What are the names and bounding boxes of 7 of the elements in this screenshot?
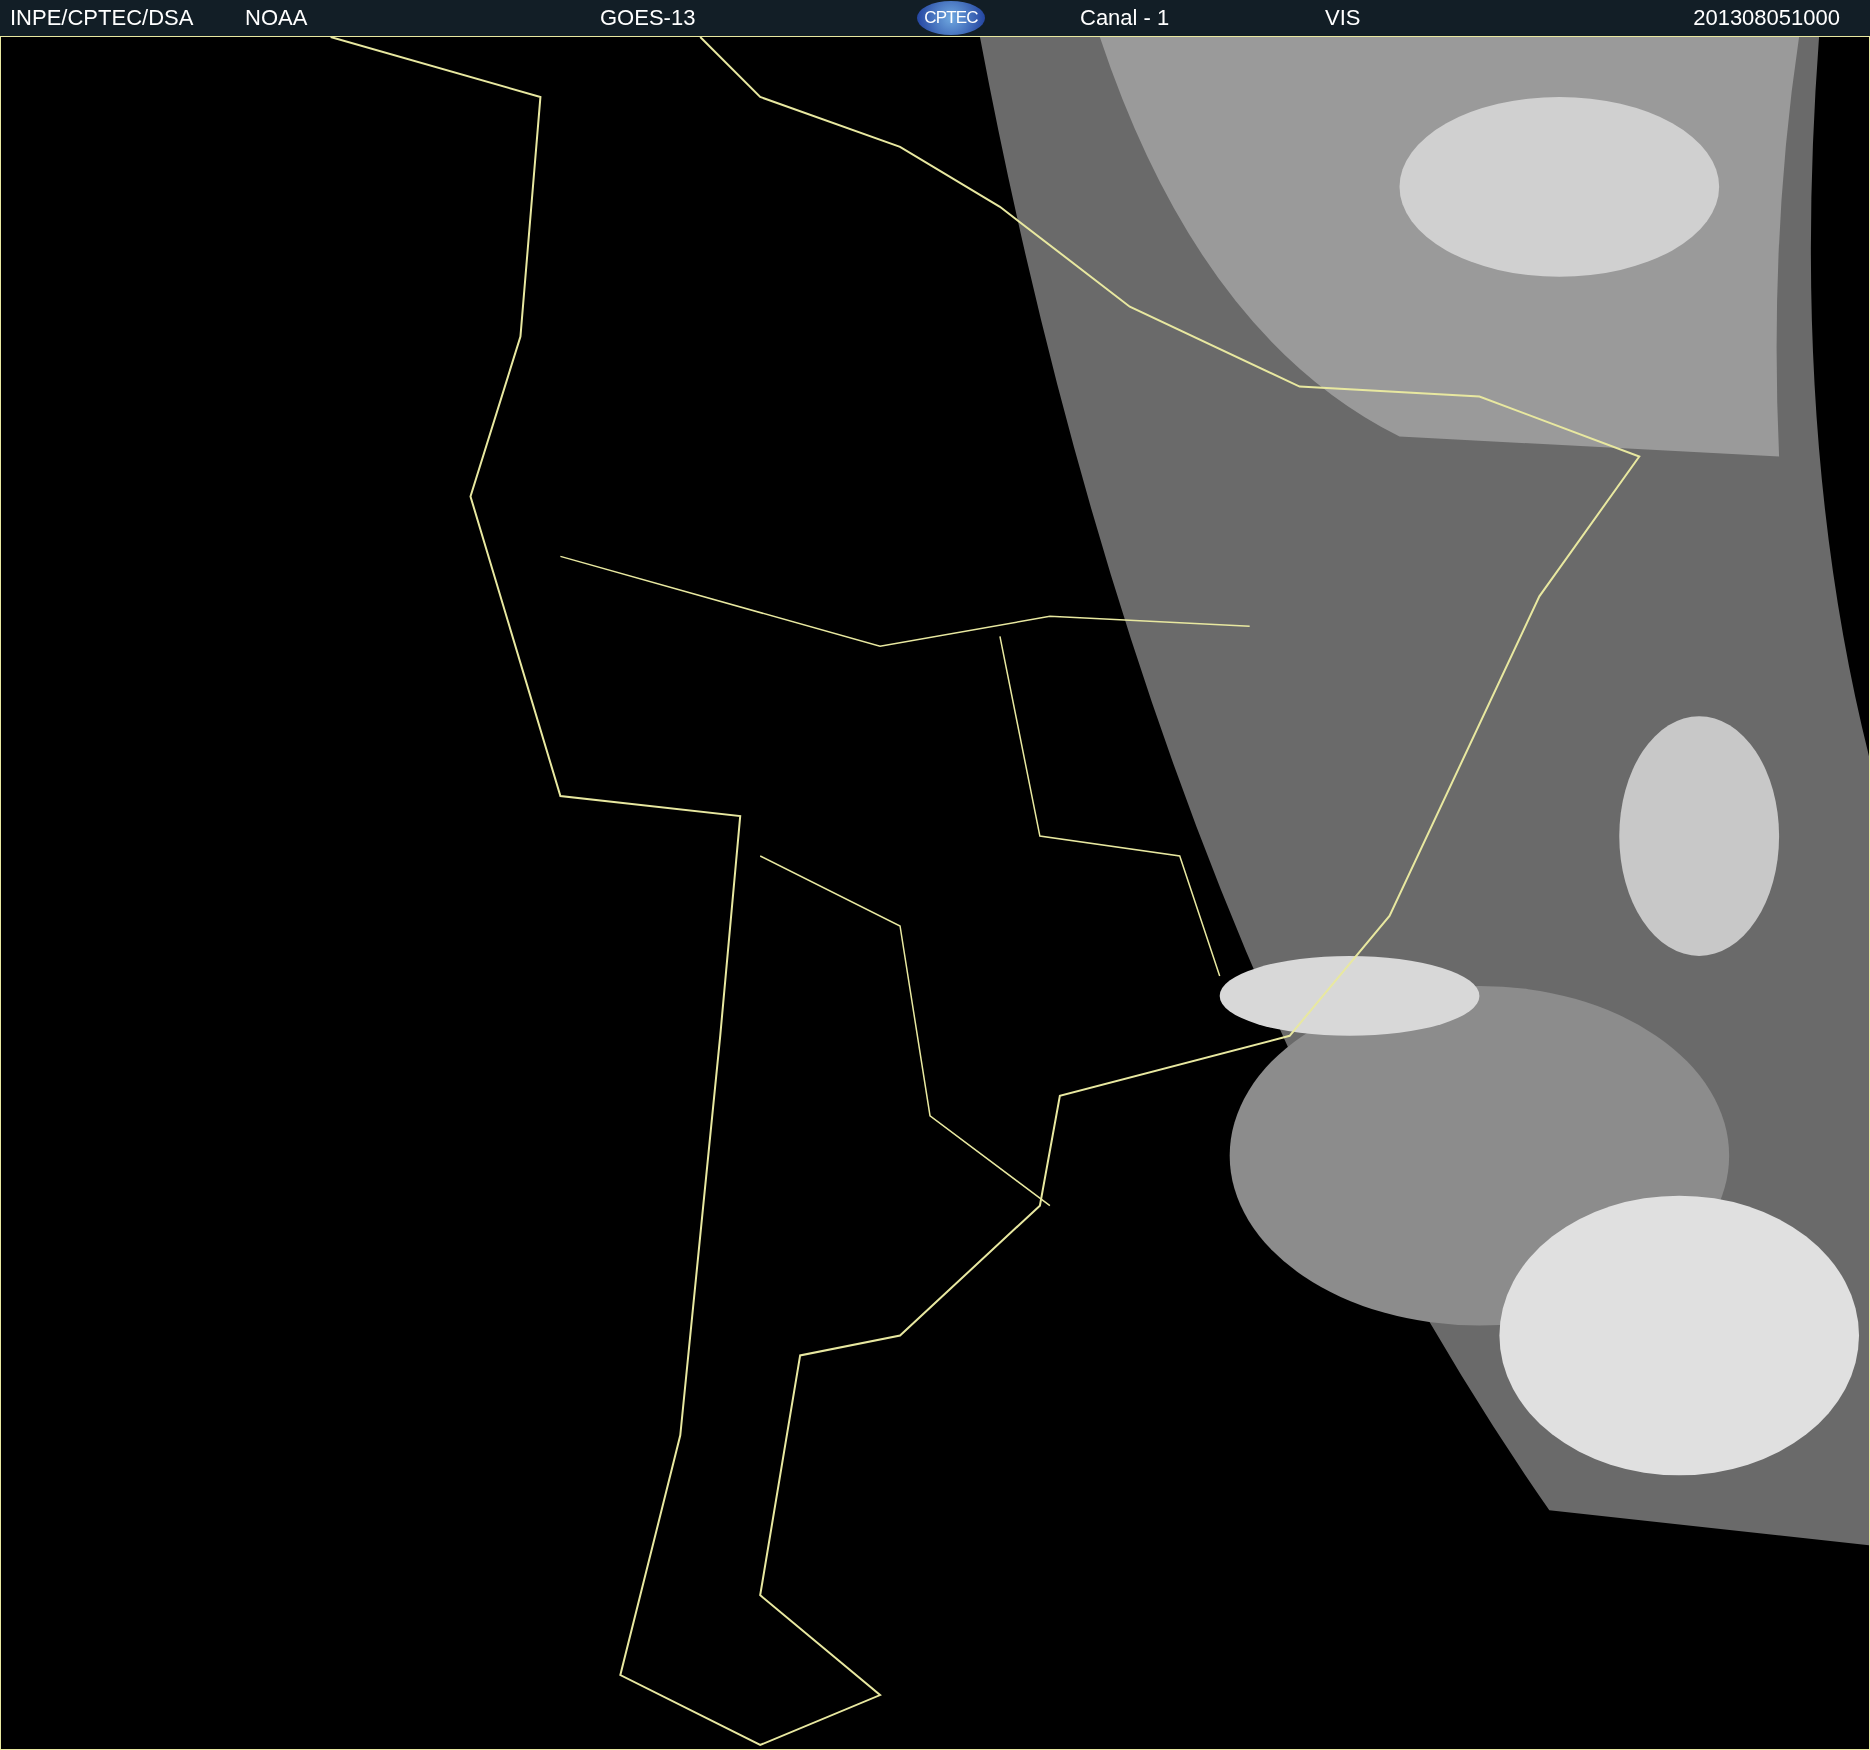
satellite-label: GOES-13 — [600, 7, 697, 29]
agency-label: NOAA — [245, 7, 309, 29]
source-label: INPE/CPTEC/DSA — [10, 7, 195, 29]
timestamp-label: 201308051000 — [1693, 7, 1840, 29]
channel-label: Canal - 1 — [1080, 7, 1171, 29]
logo: CPTEC — [917, 1, 985, 35]
band-label: VIS — [1325, 7, 1362, 29]
